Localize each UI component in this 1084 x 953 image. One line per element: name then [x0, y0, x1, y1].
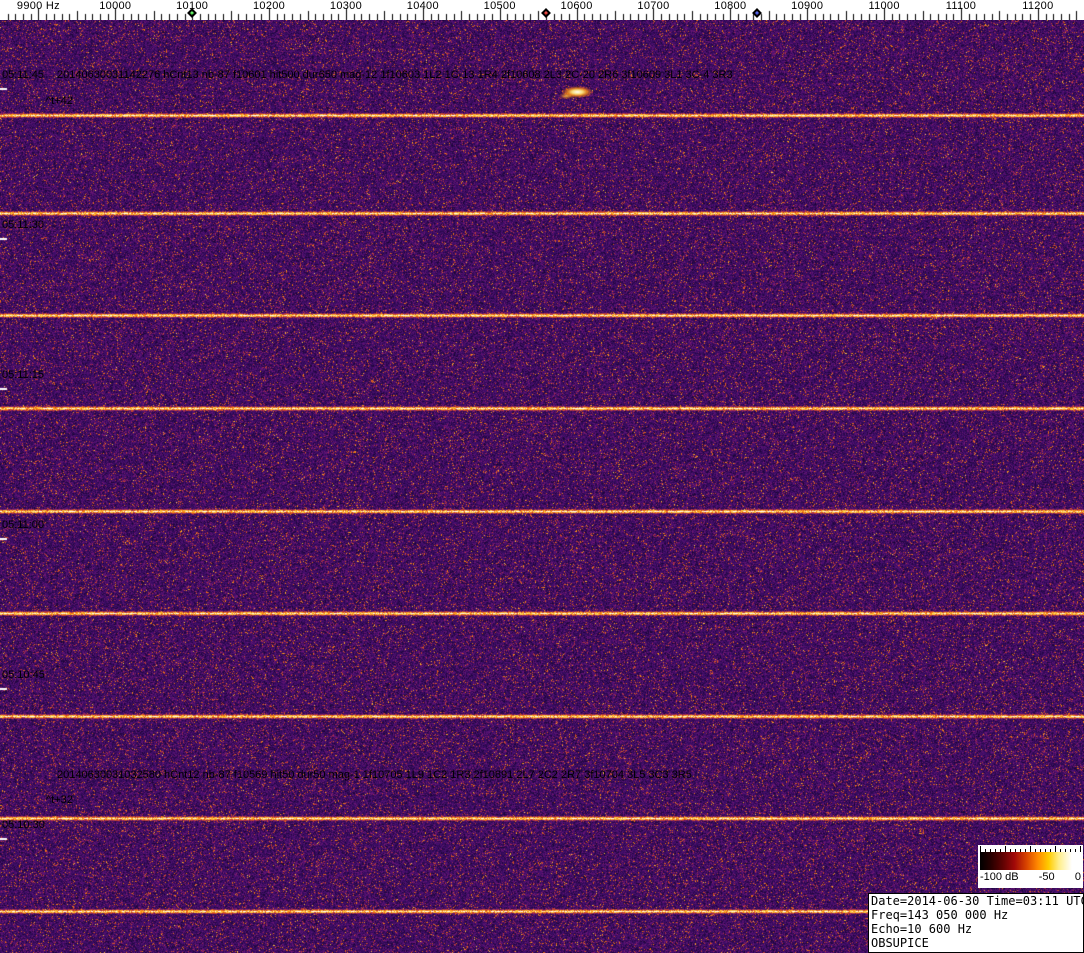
event-annotation: 20140630031142276 hCnt13 nb-87 f10601 hi… [57, 69, 733, 81]
freq-tick-label: 10600 [560, 0, 593, 12]
colorbar-labels: -100 dB -50 0 [980, 870, 1081, 884]
spectrogram-canvas [0, 20, 1084, 953]
freq-tick-label: 10900 [791, 0, 824, 12]
frequency-axis: 9900 Hz 10000 10100 10200 10300 10400 10500 106… [0, 0, 1084, 20]
info-line-echo: Echo=10 600 Hz [871, 922, 973, 936]
time-label: 05:11:30 [2, 219, 45, 231]
frequency-axis-ticks [0, 0, 1084, 20]
freq-tick-label: 10200 [253, 0, 286, 12]
time-label: 05:10:30 [2, 819, 45, 831]
freq-tick-label: 10700 [637, 0, 670, 12]
info-box: Date=2014-06-30 Time=03:11 UTC Freq=143 … [868, 893, 1084, 953]
freq-tick-label: 11000 [868, 0, 900, 12]
freq-tick-label: 11200 [1022, 0, 1054, 12]
freq-tick-label: 11100 [945, 0, 977, 12]
time-label: 05:10:45 [2, 669, 45, 681]
freq-tick-label: 10300 [329, 0, 362, 12]
spectrogram: 05:11:45 05:11:30 05:11:15 05:11:00 05:10:45… [0, 20, 1084, 953]
freq-tick-label: 10400 [406, 0, 439, 12]
colorbar-gradient [980, 852, 1081, 870]
info-line-date: Date=2014-06-30 Time=03:11 UTC [871, 894, 1084, 908]
freq-tick-label: 10000 [99, 0, 132, 12]
colorbar-label-mid: -50 [1038, 871, 1055, 883]
time-label: 05:11:15 [2, 369, 45, 381]
event-annotation: ^t+42 [46, 95, 73, 107]
spectrogram-app: 9900 Hz 10000 10100 10200 10300 10400 10500 106… [0, 0, 1084, 953]
freq-tick-label: 10800 [714, 0, 747, 12]
colorbar: -100 dB -50 0 [978, 845, 1083, 888]
info-line-station: OBSUPICE [871, 936, 929, 950]
info-line-freq: Freq=143 050 000 Hz [871, 908, 1009, 922]
event-annotation: 20140630031032580 hCnt12 nb-87 f10569 hi… [57, 769, 692, 781]
colorbar-label-min: -100 dB [980, 871, 1019, 883]
freq-tick-label: 9900 Hz [16, 0, 60, 12]
freq-tick-label: 10500 [483, 0, 516, 12]
time-label: 05:11:00 [2, 519, 45, 531]
colorbar-label-max: 0 [1074, 871, 1081, 883]
event-annotation: ^t+32 [46, 794, 73, 806]
time-label: 05:11:45 [2, 69, 45, 81]
